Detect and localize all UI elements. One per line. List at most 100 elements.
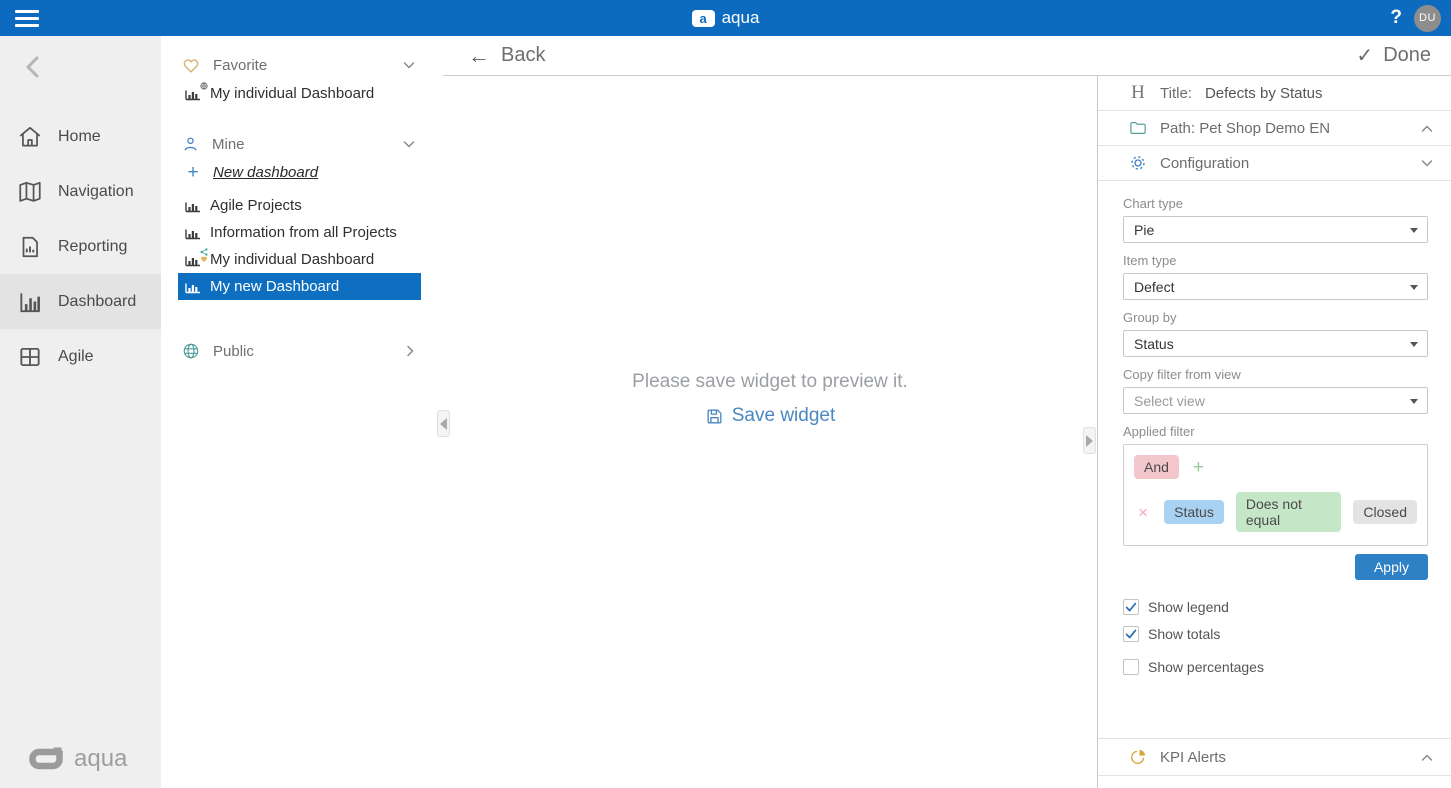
hamburger-menu-icon[interactable] (0, 0, 46, 36)
done-button[interactable]: ✓ Done (1356, 43, 1431, 68)
dropdown-caret-icon (1410, 399, 1418, 404)
chevron-up-icon (1421, 753, 1433, 762)
globe-icon (182, 342, 200, 360)
chevron-down-icon (1421, 159, 1433, 168)
tree-section-mine[interactable]: Mine (161, 129, 443, 159)
copy-filter-value: Select view (1134, 393, 1205, 409)
new-dashboard-label: New dashboard (213, 164, 318, 181)
item-type-value: Defect (1134, 279, 1174, 295)
widget-preview-area: Please save widget to preview it. Save w… (443, 76, 1097, 788)
brand-name: aqua (722, 8, 760, 28)
tree-section-label: Public (213, 343, 254, 360)
tree-item-favorite-dashboard[interactable]: My individual Dashboard (178, 80, 421, 107)
kpi-alerts-row[interactable]: KPI Alerts (1098, 738, 1451, 776)
copy-filter-select[interactable]: Select view (1123, 387, 1428, 414)
title-icon: H (1129, 82, 1147, 104)
sidebar-item-label: Agile (58, 348, 94, 366)
remove-filter-icon[interactable]: × (1134, 504, 1152, 521)
save-widget-button[interactable]: Save widget (705, 405, 836, 427)
checkbox-checked-icon (1123, 599, 1139, 615)
sidebar-item-navigation[interactable]: Navigation (0, 164, 161, 219)
save-widget-label: Save widget (732, 405, 836, 427)
add-filter-icon[interactable]: + (1193, 458, 1204, 477)
sidebar-item-dashboard[interactable]: Dashboard (0, 274, 161, 329)
show-percentages-checkbox[interactable]: Show percentages (1123, 653, 1428, 680)
sidebar-item-label: Reporting (58, 238, 127, 256)
bar-chart-icon (185, 225, 201, 240)
back-label: Back (501, 44, 545, 67)
filter-field-chip[interactable]: Status (1164, 500, 1224, 524)
heart-icon (182, 57, 200, 74)
sidebar-footer-brand: aqua (26, 744, 127, 774)
dropdown-caret-icon (1410, 285, 1418, 290)
folder-icon (1129, 120, 1147, 136)
app-window: a aqua ? DU Home Navigation (0, 0, 1451, 788)
title-row[interactable]: H Title: Defects by Status (1098, 76, 1451, 111)
tree-item-label: My individual Dashboard (210, 85, 374, 102)
sidebar-item-label: Dashboard (58, 293, 136, 311)
chart-type-select[interactable]: Pie (1123, 216, 1428, 243)
chart-type-label: Chart type (1123, 196, 1428, 211)
pie-chart-icon (1129, 748, 1147, 766)
aqua-logo-gray-icon (26, 744, 66, 774)
tree-item-my-new-dashboard[interactable]: My new Dashboard (178, 273, 421, 300)
kpi-alerts-label: KPI Alerts (1160, 749, 1226, 766)
tree-item-label: Information from all Projects (210, 224, 397, 241)
widget-config-panel: H Title: Defects by Status Path: Pet Sho… (1097, 76, 1451, 788)
configuration-row[interactable]: Configuration (1098, 146, 1451, 181)
plus-icon: + (185, 163, 201, 182)
collapse-tree-panel-handle[interactable] (437, 410, 450, 437)
back-arrow-icon: ← (468, 45, 490, 67)
help-icon[interactable]: ? (1390, 7, 1402, 29)
sidebar-item-label: Navigation (58, 183, 134, 201)
tree-item-label: My individual Dashboard (210, 251, 374, 268)
bar-chart-icon (185, 198, 201, 213)
checkbox-checked-icon (1123, 626, 1139, 642)
tree-item-information-all-projects[interactable]: Information from all Projects (178, 219, 421, 246)
title-value: Defects by Status (1205, 85, 1323, 102)
dropdown-caret-icon (1410, 342, 1418, 347)
tree-item-my-individual-dashboard[interactable]: My individual Dashboard (178, 246, 421, 273)
triangle-left-icon (440, 418, 447, 430)
chevron-down-icon (403, 61, 415, 70)
expand-panel-handle[interactable] (1083, 427, 1096, 454)
apply-button[interactable]: Apply (1355, 554, 1428, 580)
path-row[interactable]: Path: Pet Shop Demo EN (1098, 111, 1451, 146)
preview-message: Please save widget to preview it. (632, 371, 908, 393)
show-totals-label: Show totals (1148, 626, 1220, 642)
done-label: Done (1383, 44, 1431, 67)
tree-item-agile-projects[interactable]: Agile Projects (178, 192, 421, 219)
tree-section-public[interactable]: Public (161, 336, 443, 366)
tree-section-favorite[interactable]: Favorite (161, 50, 443, 80)
show-legend-label: Show legend (1148, 599, 1229, 615)
filter-value-chip[interactable]: Closed (1353, 500, 1417, 524)
item-type-select[interactable]: Defect (1123, 273, 1428, 300)
filter-operator-chip[interactable]: And (1134, 455, 1179, 479)
sidebar-item-home[interactable]: Home (0, 109, 161, 164)
save-icon (705, 407, 724, 426)
main-region: ← Back ✓ Done Please save widget to prev… (443, 36, 1451, 788)
path-label: Path: Pet Shop Demo EN (1160, 120, 1330, 137)
tree-item-label: Agile Projects (210, 197, 302, 214)
show-totals-checkbox[interactable]: Show totals (1123, 620, 1428, 647)
configuration-form: Chart type Pie Item type Defect Group by (1098, 181, 1451, 680)
filter-condition-chip[interactable]: Does not equal (1236, 492, 1342, 532)
gear-icon (1129, 154, 1147, 172)
tree-section-label: Mine (212, 136, 245, 153)
bar-chart-icon (185, 86, 201, 101)
chart-type-value: Pie (1134, 222, 1154, 238)
sidebar-item-reporting[interactable]: Reporting (0, 219, 161, 274)
back-button[interactable]: ← Back (468, 44, 545, 67)
group-by-value: Status (1134, 336, 1174, 352)
group-by-label: Group by (1123, 310, 1428, 325)
checkbox-unchecked-icon (1123, 659, 1139, 675)
user-avatar[interactable]: DU (1414, 5, 1441, 32)
main-sidebar: Home Navigation Reporting Dashboard Agil… (0, 36, 161, 788)
show-legend-checkbox[interactable]: Show legend (1123, 593, 1428, 620)
new-dashboard-button[interactable]: + New dashboard (178, 159, 443, 186)
group-by-select[interactable]: Status (1123, 330, 1428, 357)
chevron-up-icon (1421, 124, 1433, 133)
collapse-sidebar-icon[interactable] (22, 54, 161, 85)
dashboard-tree-panel: Favorite My individual Dashboard Mine + (161, 36, 443, 788)
sidebar-item-agile[interactable]: Agile (0, 329, 161, 384)
